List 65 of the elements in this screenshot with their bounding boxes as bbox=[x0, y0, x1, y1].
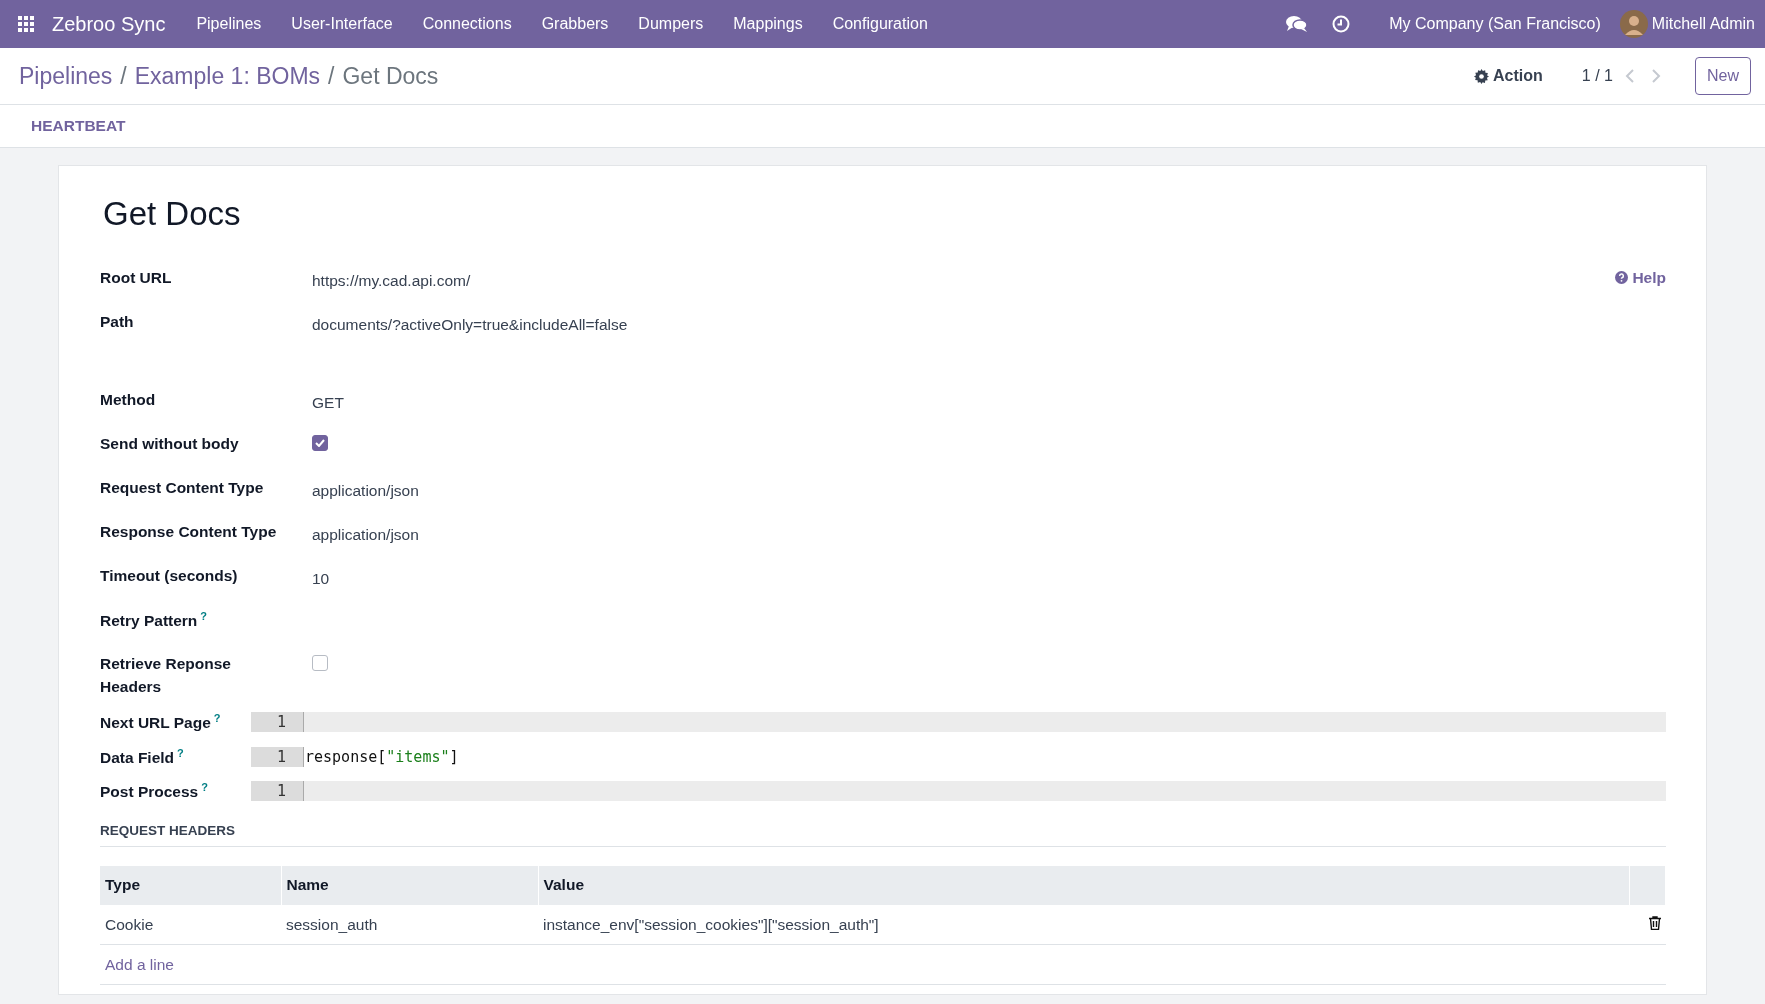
record-title: Get Docs bbox=[103, 194, 242, 234]
section-title: REQUEST HEADERS bbox=[100, 821, 1666, 847]
new-button[interactable]: New bbox=[1695, 57, 1751, 95]
checkbox[interactable] bbox=[312, 654, 328, 671]
heartbeat-button[interactable]: HEARTBEAT bbox=[19, 105, 138, 147]
pager-value: 1 / 1 bbox=[1581, 66, 1613, 86]
field-label: Timeout (seconds) bbox=[100, 565, 239, 586]
menu-item[interactable]: Dumpers bbox=[623, 12, 719, 36]
column-header[interactable]: Value bbox=[538, 865, 1630, 905]
column-header[interactable]: Name bbox=[281, 865, 538, 905]
tooltip-icon[interactable]: ? bbox=[201, 780, 208, 793]
action-button[interactable]: Action bbox=[1473, 63, 1544, 89]
menu-item[interactable]: Mappings bbox=[718, 12, 818, 36]
chat-icon[interactable] bbox=[1286, 15, 1309, 33]
breadcrumb-link[interactable]: Example 1: BOMs bbox=[134, 58, 321, 94]
help-icon bbox=[1615, 270, 1629, 284]
code-editor[interactable]: 1 response["items"] bbox=[251, 746, 1666, 767]
field-label: Path bbox=[100, 311, 135, 332]
delete-icon[interactable] bbox=[1648, 915, 1661, 930]
checkbox[interactable] bbox=[312, 434, 328, 451]
menu-item[interactable]: User-Interface bbox=[276, 12, 408, 36]
company-switcher[interactable]: My Company (San Francisco) bbox=[1374, 12, 1616, 36]
tooltip-icon[interactable]: ? bbox=[200, 609, 208, 622]
field-label: Method bbox=[100, 389, 157, 410]
table-cell: session_auth bbox=[281, 904, 538, 945]
field-label: Root URL bbox=[100, 267, 173, 288]
menu-item[interactable]: Pipelines bbox=[181, 12, 277, 36]
breadcrumb-link[interactable]: Pipelines bbox=[19, 58, 113, 94]
field-label: Retrieve Reponse Headers bbox=[100, 653, 232, 697]
clock-icon[interactable] bbox=[1332, 15, 1351, 33]
line-number: 1 bbox=[251, 712, 303, 733]
menu-item[interactable]: Configuration bbox=[817, 12, 943, 36]
tooltip-icon[interactable]: ? bbox=[177, 746, 184, 759]
field-value[interactable]: application/json bbox=[312, 475, 419, 502]
code-editor[interactable]: 1 bbox=[251, 781, 1666, 802]
add-line-link[interactable]: Add a line bbox=[105, 955, 174, 973]
table-cell: Cookie bbox=[100, 904, 281, 945]
breadcrumb-separator: / bbox=[120, 61, 127, 91]
code-editor[interactable]: 1 bbox=[251, 712, 1666, 733]
breadcrumb-current: Get Docs bbox=[342, 61, 439, 91]
help-link[interactable]: Help bbox=[1615, 265, 1666, 289]
column-header[interactable]: Type bbox=[100, 865, 281, 905]
field-value[interactable]: 10 bbox=[312, 563, 330, 590]
field-value[interactable]: documents/?activeOnly=true&includeAll=false bbox=[312, 309, 628, 336]
breadcrumb-separator: / bbox=[328, 61, 335, 91]
menu-item[interactable]: Grabbers bbox=[526, 12, 624, 36]
table-cell: instance_env["session_cookies"]["session_auth"] bbox=[538, 904, 1630, 945]
field-label: Retry Pattern $^{?}$ bbox=[100, 608, 209, 631]
code-line: response["items"] bbox=[303, 746, 459, 767]
field-value[interactable]: GET bbox=[312, 387, 344, 414]
user-menu[interactable]: Mitchell Admin bbox=[1651, 12, 1755, 36]
field-value[interactable]: https://my.cad.api.com/ bbox=[312, 265, 471, 292]
gear-icon bbox=[1474, 68, 1490, 84]
line-number: 1 bbox=[251, 781, 303, 802]
tooltip-icon[interactable]: ? bbox=[213, 712, 221, 725]
apps-menu-icon[interactable] bbox=[18, 16, 34, 32]
field-label: Request Content Type bbox=[100, 477, 265, 498]
line-number: 1 bbox=[251, 746, 303, 767]
field-value[interactable]: application/json bbox=[312, 519, 419, 546]
check-icon bbox=[315, 438, 325, 447]
field-label: Send without body bbox=[100, 433, 240, 454]
menu-item[interactable]: Connections bbox=[407, 12, 527, 36]
app-name[interactable]: Zebroo Sync bbox=[52, 9, 166, 39]
avatar-icon[interactable] bbox=[1619, 10, 1648, 38]
field-label: Response Content Type bbox=[100, 521, 278, 542]
